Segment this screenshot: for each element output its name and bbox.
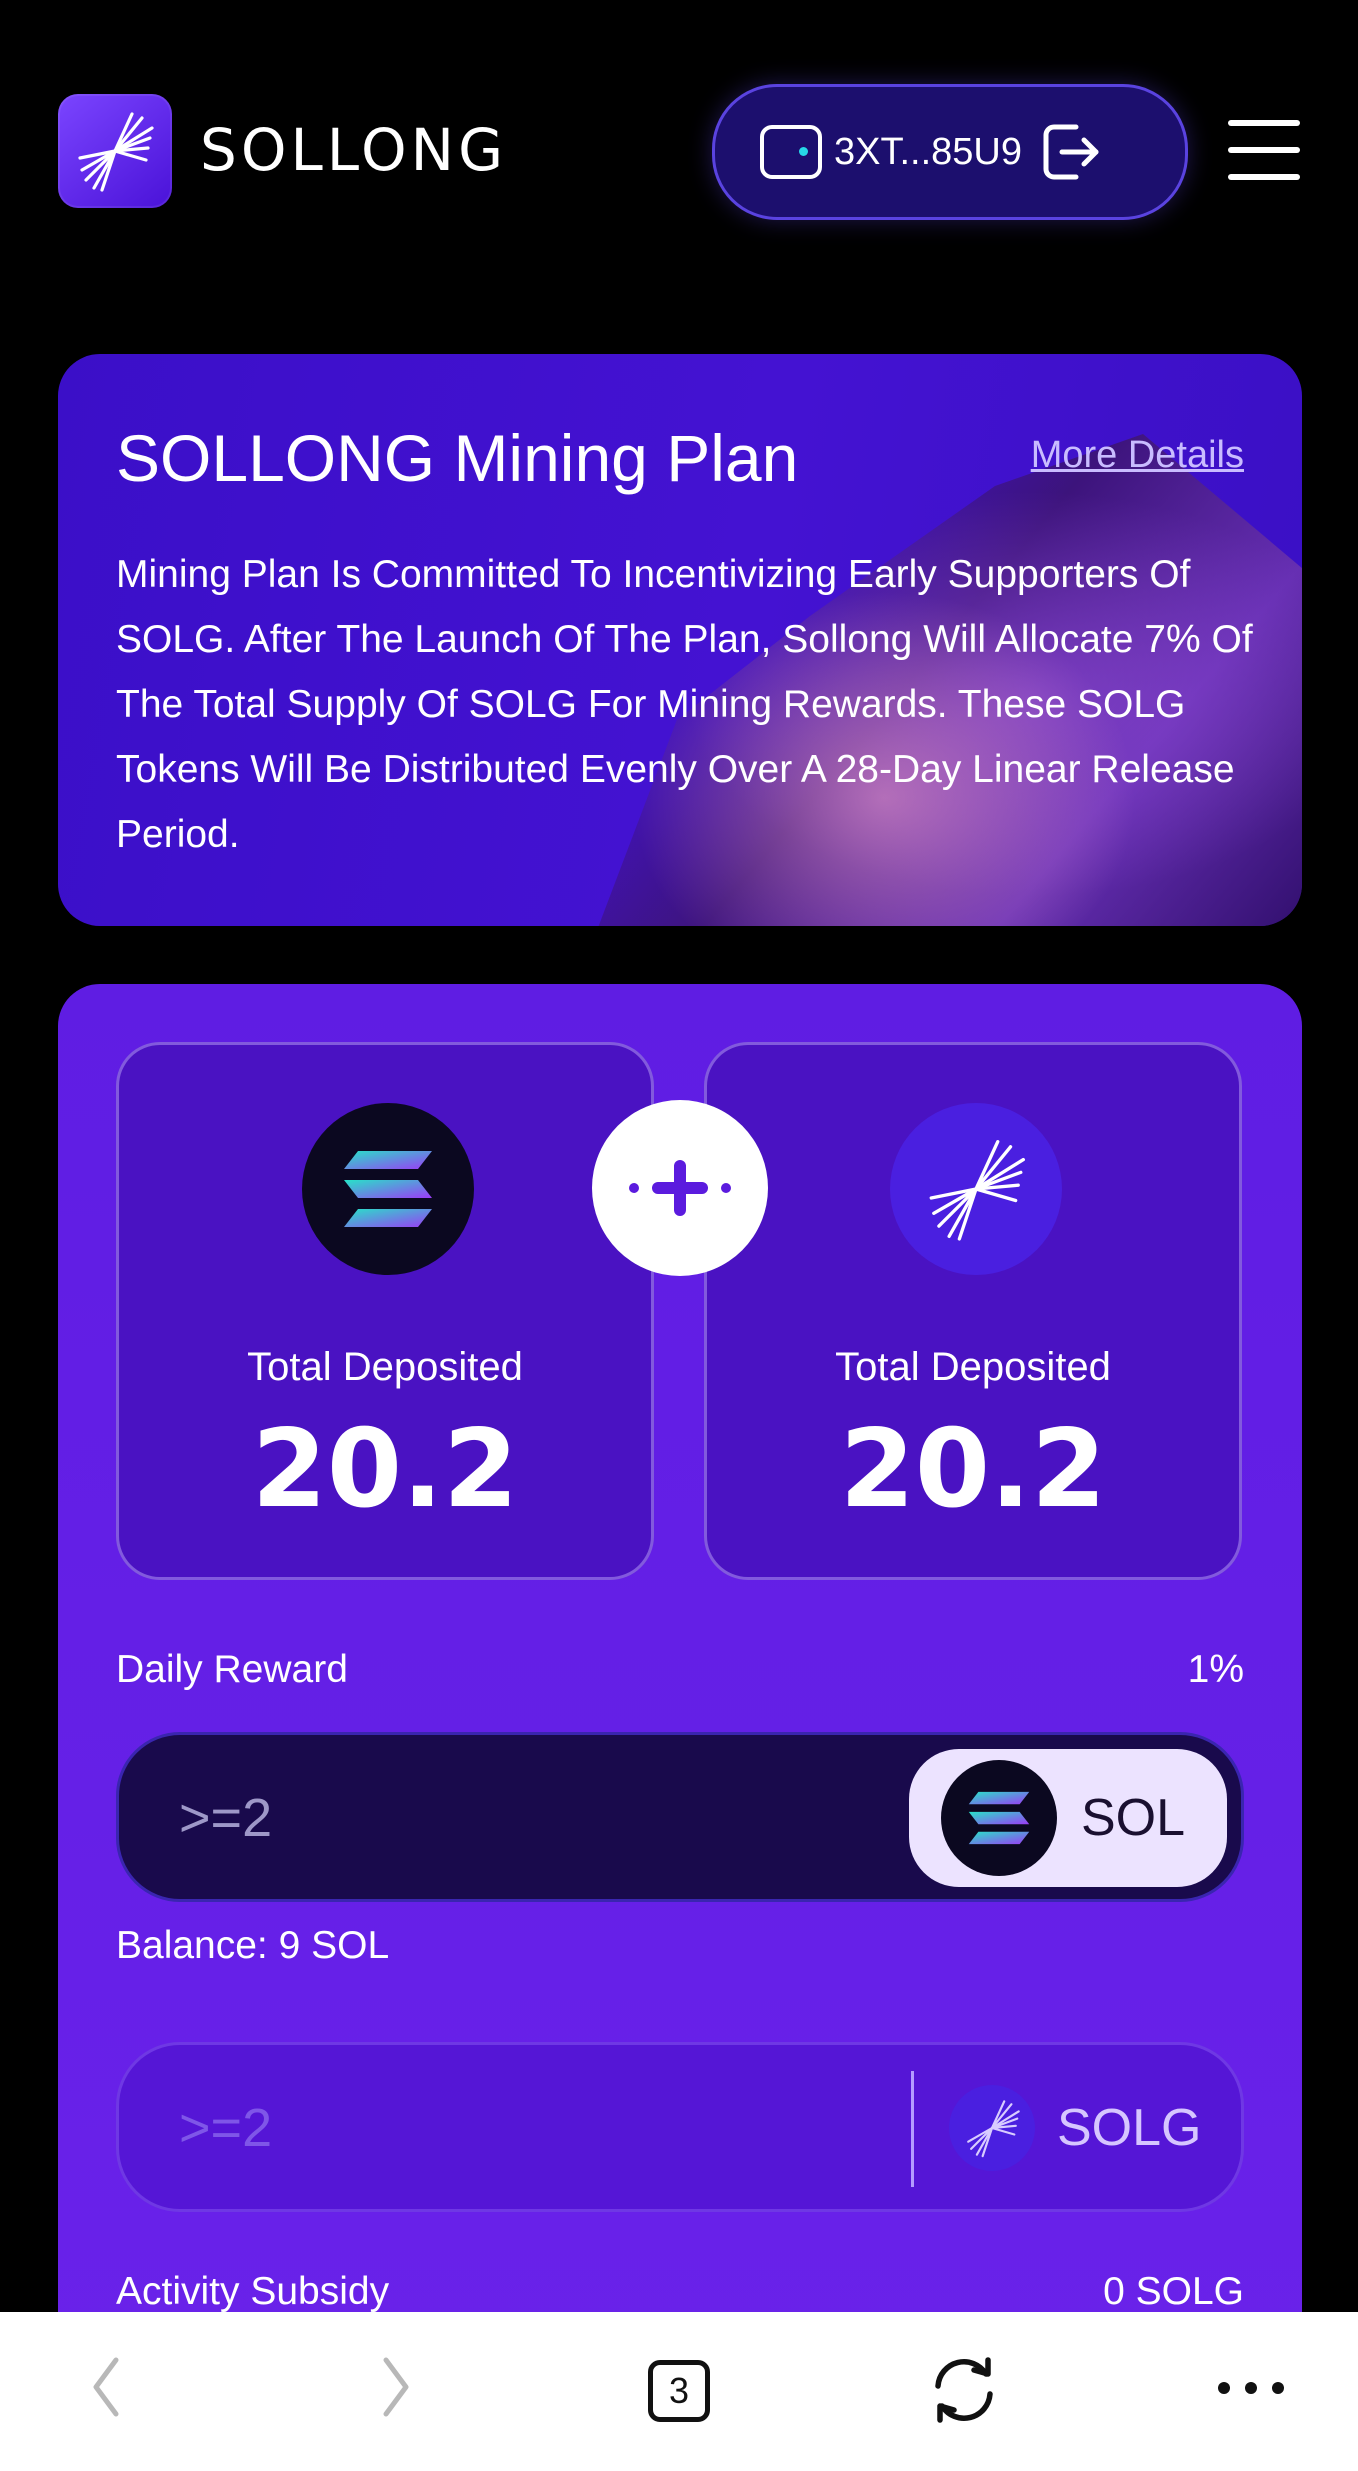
solg-amount-input[interactable]: >=2 SOLG [116, 2042, 1244, 2212]
solg-deposit-label: Total Deposited [835, 1345, 1111, 1389]
input-divider [911, 2071, 914, 2187]
plan-title: SOLLONG Mining Plan [116, 421, 799, 495]
plus-icon [592, 1100, 768, 1276]
solg-deposit-value: 20.2 [839, 1407, 1107, 1532]
more-options-icon[interactable] [1216, 2378, 1286, 2398]
hamburger-menu-icon[interactable] [1228, 120, 1300, 180]
solana-icon [302, 1103, 474, 1275]
daily-reward-label: Daily Reward [116, 1648, 348, 1691]
more-details-link[interactable]: More Details [1031, 434, 1244, 477]
activity-subsidy-value: 0 SOLG [1103, 2270, 1244, 2313]
wallet-address: 3XT...85U9 [834, 130, 1022, 173]
sol-deposit-value: 20.2 [251, 1407, 519, 1532]
back-arrow-icon[interactable] [86, 2352, 126, 2422]
plan-description: Mining Plan Is Committed To Incentivizin… [116, 553, 1253, 856]
sol-token-selector[interactable]: SOL [909, 1749, 1227, 1887]
sol-balance: Balance: 9 SOL [116, 1924, 390, 1967]
activity-subsidy-label: Activity Subsidy [116, 2270, 390, 2313]
tab-count: 3 [668, 2370, 690, 2411]
sol-deposit-label: Total Deposited [247, 1345, 523, 1389]
wallet-button[interactable]: 3XT...85U9 [712, 84, 1188, 220]
browser-toolbar: 3 [0, 2312, 1358, 2471]
logout-icon[interactable] [1040, 121, 1102, 183]
wallet-icon [760, 125, 822, 179]
sollong-logo-icon[interactable] [58, 94, 172, 208]
solg-token-symbol: SOLG [1057, 2099, 1202, 2157]
forward-arrow-icon[interactable] [376, 2352, 416, 2422]
brand-name: SOLLONG [200, 116, 508, 184]
sol-token-symbol: SOL [1081, 1789, 1186, 1847]
solg-input-placeholder: >=2 [179, 2098, 273, 2158]
sol-deposit-card: Total Deposited 20.2 [116, 1042, 654, 1580]
sol-input-placeholder: >=2 [179, 1788, 273, 1848]
solg-token-label: SOLG [949, 2085, 1202, 2171]
sol-amount-input[interactable]: >=2 SOL [116, 1732, 1244, 1902]
refresh-icon[interactable] [926, 2352, 1002, 2428]
mining-deposit-panel: Total Deposited 20.2 Total Deposited 20.… [58, 984, 1302, 2471]
tabs-button[interactable]: 3 [648, 2360, 710, 2422]
solg-icon [890, 1103, 1062, 1275]
solg-icon [949, 2085, 1035, 2171]
mining-plan-card: SOLLONG Mining Plan More Details Mining … [58, 354, 1302, 926]
solg-deposit-card: Total Deposited 20.2 [704, 1042, 1242, 1580]
solana-icon [941, 1760, 1057, 1876]
daily-reward-value: 1% [1187, 1648, 1244, 1691]
